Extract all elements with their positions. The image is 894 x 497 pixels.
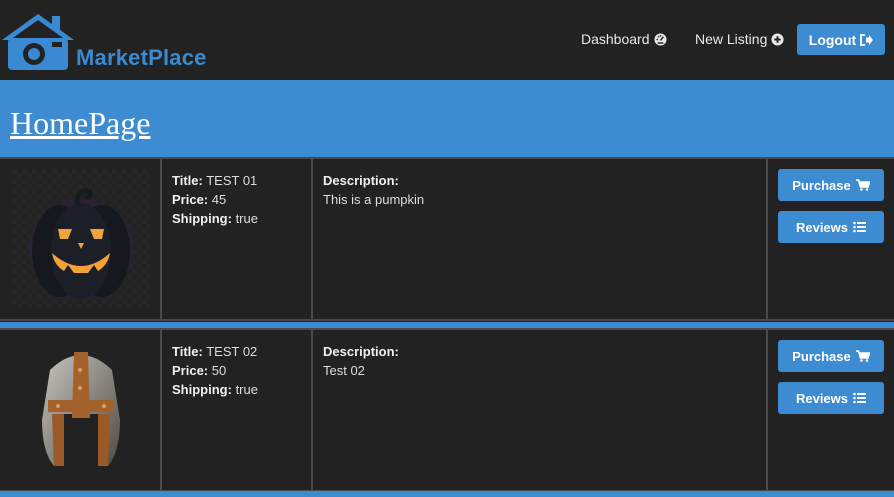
listing-actions: Purchase Reviews	[768, 159, 894, 319]
listing-title: TEST 02	[206, 344, 258, 359]
listing-info: Title: TEST 02 Price: 50 Shipping: true	[162, 330, 313, 490]
listing-shipping-line: Shipping: true	[172, 380, 311, 399]
shipping-label: Shipping:	[172, 211, 232, 226]
plus-circle-icon	[771, 32, 784, 46]
shopping-cart-icon	[855, 350, 870, 362]
shopping-cart-icon	[855, 179, 870, 191]
listing-description: Test 02	[323, 363, 365, 378]
listing-actions: Purchase Reviews	[768, 330, 894, 490]
purchase-label: Purchase	[792, 177, 851, 193]
nav-new-listing-label: New Listing	[695, 31, 768, 47]
listing-row: Title: TEST 01 Price: 45 Shipping: true …	[0, 157, 894, 321]
nav-new-listing-link[interactable]: New Listing	[695, 31, 784, 47]
listing-price: 45	[211, 192, 227, 207]
listing-description-cell: Description: This is a pumpkin	[313, 159, 768, 319]
page-header: HomePage	[0, 80, 894, 157]
sign-out-icon	[860, 33, 874, 46]
listing-title: TEST 01	[206, 173, 258, 188]
reviews-label: Reviews	[795, 390, 849, 406]
listing-price: 50	[211, 363, 227, 378]
brand-name: MarketPlace	[76, 45, 207, 70]
reviews-button[interactable]: Reviews	[778, 211, 884, 243]
listing-row: Title: TEST 02 Price: 50 Shipping: true …	[0, 328, 894, 492]
listing-image-cell	[0, 159, 162, 319]
nav-dashboard-label: Dashboard	[581, 31, 650, 47]
navbar: MarketPlace Dashboard New Listing Logout	[0, 0, 894, 80]
title-label: Title:	[172, 173, 203, 188]
reviews-button[interactable]: Reviews	[778, 382, 884, 414]
brand-logo[interactable]: MarketPlace	[0, 12, 245, 74]
price-label: Price:	[172, 192, 209, 207]
nav-dashboard-link[interactable]: Dashboard	[581, 31, 667, 47]
title-label: Title:	[172, 344, 203, 359]
listing-description: This is a pumpkin	[323, 192, 425, 207]
purchase-button[interactable]: Purchase	[778, 169, 884, 201]
listing-description-cell: Description: Test 02	[313, 330, 768, 490]
purchase-button[interactable]: Purchase	[778, 340, 884, 372]
listing-price-line: Price: 45	[172, 190, 311, 209]
logout-button[interactable]: Logout	[797, 24, 885, 55]
description-label: Description:	[323, 173, 399, 188]
jack-o-lantern-icon	[12, 169, 150, 307]
description-label: Description:	[323, 344, 399, 359]
list-icon	[853, 221, 867, 233]
purchase-label: Purchase	[792, 348, 851, 364]
page-title[interactable]: HomePage	[10, 105, 150, 142]
listing-shipping: true	[235, 211, 258, 226]
listing-shipping-line: Shipping: true	[172, 209, 311, 228]
shipping-label: Shipping:	[172, 382, 232, 397]
listing-title-line: Title: TEST 01	[172, 171, 311, 190]
list-icon	[853, 392, 867, 404]
listing-price-line: Price: 50	[172, 361, 311, 380]
dashboard-gauge-icon	[653, 32, 667, 46]
listing-image	[12, 340, 150, 478]
reviews-label: Reviews	[795, 219, 849, 235]
viking-helmet-icon	[42, 352, 120, 466]
price-label: Price:	[172, 363, 209, 378]
house-camera-icon	[2, 14, 74, 70]
listing-image	[12, 169, 150, 307]
listing-info: Title: TEST 01 Price: 45 Shipping: true	[162, 159, 313, 319]
listing-image-cell	[0, 330, 162, 490]
listing-title-line: Title: TEST 02	[172, 342, 311, 361]
listing-shipping: true	[235, 382, 258, 397]
logout-label: Logout	[808, 31, 857, 48]
listing-separator	[0, 491, 894, 497]
